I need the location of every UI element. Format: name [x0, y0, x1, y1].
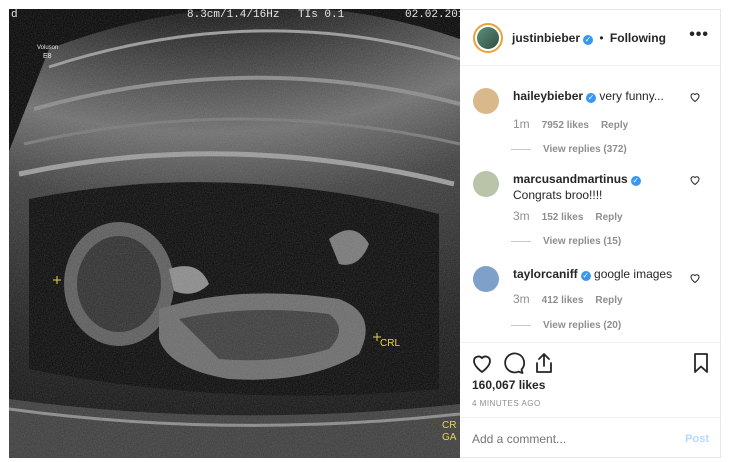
- verified-badge-icon: ✓: [580, 271, 591, 281]
- verified-badge-icon: ✓: [586, 93, 597, 103]
- view-replies-label: View replies (20): [543, 320, 622, 331]
- comment-time[interactable]: 3m: [513, 209, 530, 223]
- crl-marker-label: CRL: [380, 338, 401, 349]
- like-count[interactable]: 160,067 likes: [472, 378, 545, 392]
- author-line: justinbieber ✓ • Following: [512, 31, 666, 45]
- comment-like-heart-icon[interactable]: [689, 272, 701, 284]
- comment-time[interactable]: 3m: [513, 292, 530, 306]
- verified-badge-icon: ✓: [583, 35, 594, 45]
- commenter-username[interactable]: haileybieber: [513, 89, 583, 103]
- post-sidebar: justinbieber ✓ • Following ••• haileybieb…: [460, 9, 721, 458]
- replies-divider: [511, 148, 531, 150]
- verified-badge-icon: ✓: [630, 176, 641, 186]
- bookmark-icon[interactable]: [689, 351, 713, 375]
- author-avatar[interactable]: [473, 23, 503, 53]
- add-comment-input[interactable]: [472, 432, 652, 446]
- comment-meta: 3m 412 likes Reply: [513, 292, 635, 306]
- ultrasound-tis: TIs 0.1: [298, 9, 345, 21]
- comment-likes[interactable]: 152 likes: [542, 212, 584, 223]
- comment-text: google images: [594, 267, 673, 281]
- commenter-avatar[interactable]: [473, 266, 499, 292]
- ultrasound-corner-text: d: [11, 9, 18, 21]
- separator-dot: •: [599, 31, 604, 45]
- ultrasound-brand: Voluson: [37, 45, 59, 51]
- ultrasound-bottom-label-2: GA: [442, 432, 457, 443]
- post-actions: 160,067 likes 4 MINUTES AGO Post: [460, 342, 721, 459]
- comment-meta: 1m 7952 likes Reply: [513, 117, 640, 131]
- reply-button[interactable]: Reply: [595, 295, 622, 306]
- post-header: justinbieber ✓ • Following •••: [460, 10, 721, 66]
- view-replies-label: View replies (15): [543, 236, 622, 247]
- comment-body: marcusandmartinus ✓ Congrats broo!!!!: [513, 171, 683, 203]
- ultrasound-bottom-label-1: CR: [442, 420, 457, 431]
- post-image[interactable]: d 8.3cm/1.4/16Hz TIs 0.1 02.02.201 Volus…: [9, 9, 460, 458]
- comment-body: taylorcaniff ✓ google images: [513, 266, 683, 282]
- view-replies-button[interactable]: View replies (372): [511, 144, 627, 155]
- commenter-avatar[interactable]: [473, 88, 499, 114]
- comment-time[interactable]: 1m: [513, 117, 530, 131]
- commenter-avatar[interactable]: [473, 171, 499, 197]
- comment-like-heart-icon[interactable]: [689, 174, 701, 186]
- comment-icon[interactable]: [501, 351, 525, 375]
- view-replies-button[interactable]: View replies (15): [511, 236, 621, 247]
- comment-body: haileybieber ✓ very funny...: [513, 88, 683, 104]
- comment-like-heart-icon[interactable]: [689, 91, 701, 103]
- more-options-icon[interactable]: •••: [689, 26, 709, 44]
- ultrasound-model: E8: [43, 53, 52, 60]
- replies-divider: [511, 240, 531, 242]
- replies-divider: [511, 324, 531, 326]
- reply-button[interactable]: Reply: [601, 120, 628, 131]
- comment-likes[interactable]: 7952 likes: [542, 120, 589, 131]
- reply-button[interactable]: Reply: [595, 212, 622, 223]
- following-button[interactable]: Following: [610, 31, 666, 45]
- view-replies-label: View replies (372): [543, 144, 627, 155]
- ultrasound-params: 8.3cm/1.4/16Hz: [187, 9, 280, 21]
- commenter-username[interactable]: marcusandmartinus: [513, 172, 628, 186]
- ultrasound-image: [9, 9, 460, 458]
- ultrasound-date: 02.02.201: [405, 9, 460, 21]
- heart-icon[interactable]: [470, 351, 494, 375]
- comment-text: very funny...: [599, 89, 664, 103]
- post-timestamp[interactable]: 4 MINUTES AGO: [472, 399, 541, 408]
- add-comment-bar: Post: [460, 417, 721, 460]
- instagram-post-modal: d 8.3cm/1.4/16Hz TIs 0.1 02.02.201 Volus…: [0, 0, 730, 462]
- author-username[interactable]: justinbieber: [512, 31, 580, 45]
- view-replies-button[interactable]: View replies (20): [511, 320, 621, 331]
- comment-likes[interactable]: 412 likes: [542, 295, 584, 306]
- commenter-username[interactable]: taylorcaniff: [513, 267, 578, 281]
- comment-meta: 3m 152 likes Reply: [513, 209, 635, 223]
- share-icon[interactable]: [532, 351, 556, 375]
- comment-text: Congrats broo!!!!: [513, 188, 603, 202]
- post-comment-button[interactable]: Post: [685, 433, 709, 445]
